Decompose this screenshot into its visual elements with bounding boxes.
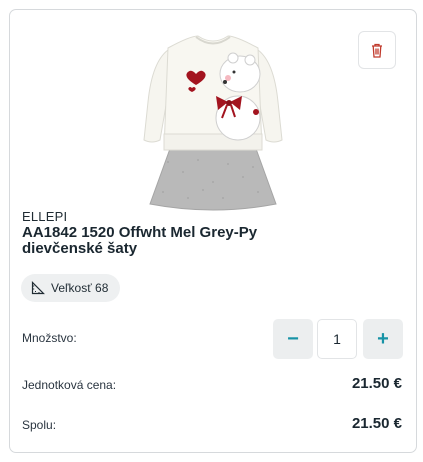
total-value: 21.50 € bbox=[351, 415, 402, 432]
increase-quantity-button[interactable]: + bbox=[363, 319, 403, 359]
quantity-label: Množstvo: bbox=[22, 331, 77, 345]
cart-item-card: ELLEPI AA1842 1520 Offwht Mel Grey-Py di… bbox=[9, 9, 417, 453]
total-label: Spolu: bbox=[22, 418, 57, 432]
size-chip: Veľkosť 68 bbox=[21, 274, 121, 302]
product-brand: ELLEPI bbox=[22, 209, 68, 224]
unit-price-value: 21.50 € bbox=[351, 375, 402, 392]
delete-button[interactable] bbox=[358, 31, 396, 69]
unit-price-label: Jednotková cena: bbox=[22, 378, 117, 392]
ruler-icon bbox=[31, 281, 45, 295]
product-title[interactable]: AA1842 1520 Offwht Mel Grey-Py dievčensk… bbox=[22, 225, 342, 257]
decrease-quantity-button[interactable]: − bbox=[273, 319, 313, 359]
minus-icon: − bbox=[287, 327, 299, 350]
size-label: Veľkosť 68 bbox=[51, 281, 109, 295]
trash-icon bbox=[372, 43, 382, 58]
quantity-input[interactable]: 1 bbox=[317, 319, 357, 359]
product-image[interactable] bbox=[138, 22, 288, 212]
quantity-value: 1 bbox=[333, 331, 341, 347]
plus-icon: + bbox=[377, 327, 389, 350]
